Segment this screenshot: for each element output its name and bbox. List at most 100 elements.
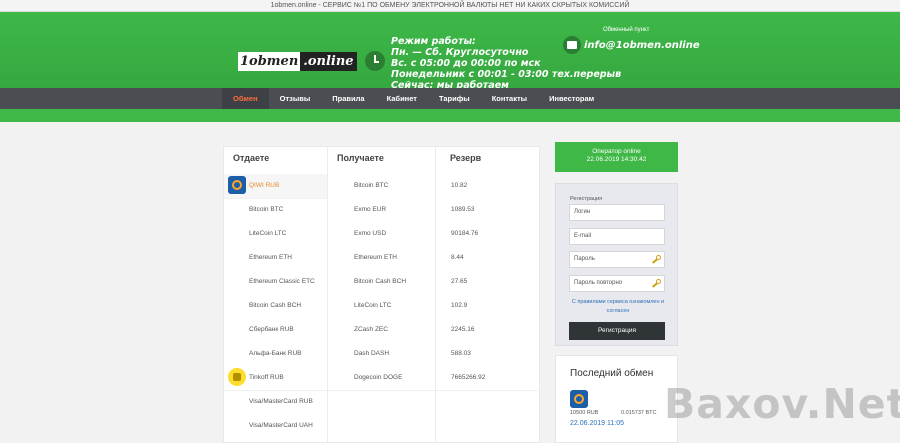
qiwi-icon (228, 176, 246, 194)
reserve-amount: 2245.16 (451, 326, 475, 333)
receive-item-label: Dash DASH (354, 350, 390, 357)
operator-status-text: Оператор online (592, 148, 641, 155)
nav-item-rules[interactable]: Правила (321, 88, 375, 109)
receive-item[interactable]: Exmo USD (328, 222, 435, 246)
reserve-value: 27.65 (436, 270, 540, 294)
exchanger-label: Обменный пункт (603, 27, 650, 33)
reserve-value: 2245.16 (436, 318, 540, 342)
main-navigation: Обмен Отзывы Правила Кабинет Тарифы Конт… (0, 88, 900, 109)
top-announcement-bar: 1obmen.online - СЕРВИС №1 ПО ОБМЕНУ ЭЛЕК… (0, 0, 900, 12)
give-item-label: Visa/MasterCard UAH (249, 422, 313, 429)
column-header-reserve: Резерв (450, 153, 482, 163)
receive-item-label: Bitcoin Cash BCH (354, 278, 407, 285)
give-item[interactable]: Ethereum Classic ETC (224, 270, 327, 294)
last-exchange-title: Последний обмен (570, 368, 654, 379)
give-item-qiwi[interactable]: QIWI RUB (224, 174, 327, 198)
row-separator (436, 390, 540, 391)
reserve-amount: 7665266.92 (451, 374, 486, 381)
reserve-amount: 90184.76 (451, 230, 479, 237)
receive-item[interactable]: Ethereum ETH (328, 246, 435, 270)
reserve-amount: 27.65 (451, 278, 468, 285)
give-item[interactable]: Bitcoin Cash BCH (224, 294, 327, 318)
clock-icon (365, 51, 385, 71)
give-item[interactable]: LiteCoin LTC (224, 222, 327, 246)
nav-item-contacts[interactable]: Контакты (481, 88, 538, 109)
last-exchange-date: 22.06.2019 11:05 (570, 420, 624, 427)
reserve-value: 8.44 (436, 246, 540, 270)
give-item-label: Альфа-Банк RUB (249, 350, 302, 357)
nav-item-tariffs[interactable]: Тарифы (428, 88, 481, 109)
key-icon[interactable] (651, 254, 662, 265)
agree-terms-link[interactable]: С правилами сервиса ознакомлен и согласе… (570, 298, 666, 316)
receive-item-label: ZCash ZEC (354, 326, 388, 333)
receive-item[interactable]: Bitcoin BTC (328, 174, 435, 198)
reserve-value: 102.9 (436, 294, 540, 318)
site-header: Обменный пункт 1obmen .online Режим рабо… (0, 12, 900, 91)
receive-item-label: LiteCoin LTC (354, 302, 392, 309)
operator-status-badge: Оператор online 22.06.2019 14:30:42 (555, 142, 678, 172)
reserve-value: 1089.53 (436, 198, 540, 222)
reserve-amount: 8.44 (451, 254, 464, 261)
reserve-amount: 10.82 (451, 182, 468, 189)
receive-item[interactable]: Dogecoin DOGE (328, 366, 435, 390)
give-item-tinkoff[interactable]: Tinkoff RUB (224, 366, 327, 390)
row-separator (224, 198, 327, 199)
give-item-label: Bitcoin Cash BCH (249, 302, 302, 309)
last-exchange-panel: Последний обмен 10500 RUB 0.015737 BTC 2… (555, 355, 678, 443)
register-button[interactable]: Регистрация (569, 322, 665, 340)
qiwi-icon (570, 390, 588, 408)
give-item[interactable]: Сбербанк RUB (224, 318, 327, 342)
mail-icon (563, 36, 581, 54)
site-logo[interactable]: 1obmen .online (238, 52, 357, 71)
receive-item-label: Ethereum ETH (354, 254, 397, 261)
password-repeat-input[interactable]: Пароль повторно (569, 275, 665, 292)
hours-line: Понедельник с 00:01 - 03:00 тех.перерыв (391, 69, 622, 80)
give-item-label: LiteCoin LTC (249, 230, 287, 237)
reserve-value: 10.82 (436, 174, 540, 198)
reserve-value: 588.03 (436, 342, 540, 366)
operator-datetime: 22.06.2019 14:30:42 (586, 156, 647, 163)
watermark: Baxov.Net (664, 380, 900, 428)
last-exchange-to-amount: 0.015737 BTC (621, 410, 657, 416)
give-item-label: Ethereum ETH (249, 254, 292, 261)
login-input[interactable]: Логин (569, 204, 665, 221)
reserve-amount: 102.9 (451, 302, 468, 309)
give-item[interactable]: Альфа-Банк RUB (224, 342, 327, 366)
receive-item[interactable]: Exmo EUR (328, 198, 435, 222)
password-placeholder: Пароль (574, 256, 595, 262)
receive-item-label: Exmo EUR (354, 206, 387, 213)
receive-item[interactable]: Bitcoin Cash BCH (328, 270, 435, 294)
column-header-receive: Получаете (337, 153, 384, 163)
give-item-label: Visa/MasterCard RUB (249, 398, 313, 405)
give-item-label: Bitcoin BTC (249, 206, 284, 213)
registration-form: Регистрация Логин E-mail Пароль Пароль п… (555, 183, 678, 346)
password-input[interactable]: Пароль (569, 251, 665, 268)
give-item-label: Ethereum Classic ETC (249, 278, 315, 285)
tinkoff-icon (228, 368, 246, 386)
nav-item-investors[interactable]: Инвесторам (538, 88, 605, 109)
email-input[interactable]: E-mail (569, 228, 665, 245)
password-repeat-placeholder: Пароль повторно (574, 280, 623, 286)
receive-item-label: Dogecoin DOGE (354, 374, 403, 381)
receive-item[interactable]: LiteCoin LTC (328, 294, 435, 318)
give-item-label: Tinkoff RUB (249, 374, 284, 381)
nav-item-reviews[interactable]: Отзывы (269, 88, 322, 109)
give-item[interactable]: Visa/MasterCard UAH (224, 414, 327, 438)
key-icon[interactable] (651, 278, 662, 289)
give-item[interactable]: Ethereum ETH (224, 246, 327, 270)
receive-item[interactable]: ZCash ZEC (328, 318, 435, 342)
logo-text-domain: .online (300, 52, 357, 71)
nav-item-exchange[interactable]: Обмен (222, 88, 269, 109)
give-item[interactable]: Bitcoin BTC (224, 198, 327, 222)
nav-item-cabinet[interactable]: Кабинет (376, 88, 428, 109)
logo-text-main: 1obmen (240, 54, 299, 69)
row-separator (328, 390, 435, 391)
reserve-value: 90184.76 (436, 222, 540, 246)
hours-line: Вс. с 05:00 до 00:00 по мск (391, 58, 541, 69)
reserve-amount: 1089.53 (451, 206, 475, 213)
contact-email-link[interactable]: info@1obmen.online (584, 40, 700, 51)
give-item[interactable]: Visa/MasterCard RUB (224, 390, 327, 414)
receive-item[interactable]: Dash DASH (328, 342, 435, 366)
reserve-value: 7665266.92 (436, 366, 540, 390)
nav-green-stripe (0, 109, 900, 122)
